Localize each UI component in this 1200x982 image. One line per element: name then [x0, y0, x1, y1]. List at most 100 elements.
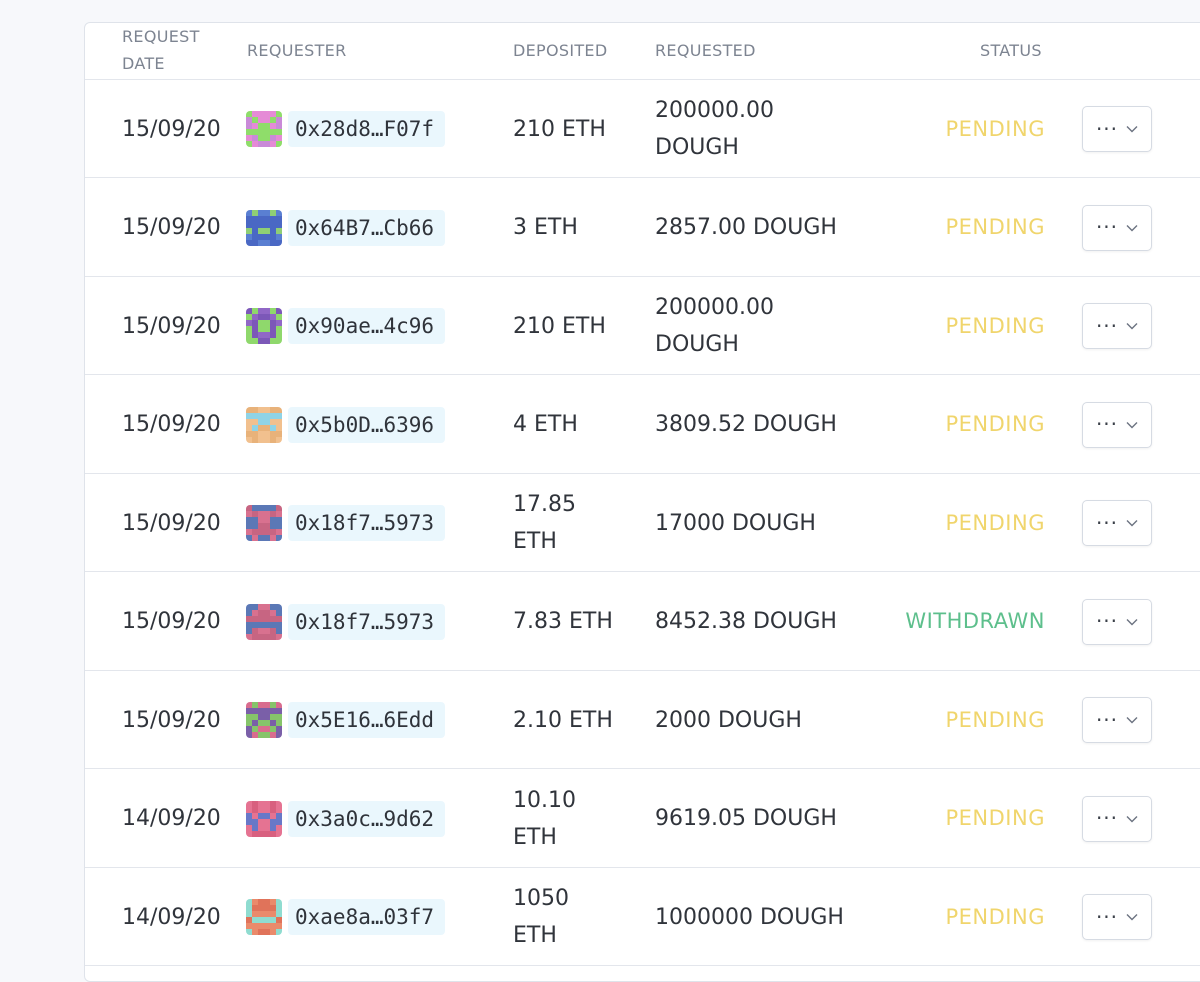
chevron-down-icon	[1126, 815, 1138, 822]
identicon-avatar	[246, 899, 282, 935]
row-menu-button[interactable]: ···	[1082, 401, 1152, 448]
more-dots-icon: ···	[1095, 412, 1119, 436]
row-menu-button[interactable]: ···	[1082, 106, 1152, 152]
deposited-text: 7.83 ETH	[513, 609, 613, 634]
request-date-text: 15/09/20	[122, 707, 221, 733]
requested-text: 200000.00 DOUGH	[655, 98, 774, 160]
request-date: 15/09/20	[122, 474, 242, 572]
request-date: 15/09/20	[122, 376, 242, 474]
identicon-avatar	[246, 603, 282, 640]
requester-address[interactable]: 0x90ae…4c96	[288, 308, 446, 344]
deposited-text: 1050 ETH	[513, 886, 569, 948]
requester: 0x64B7…Cb66	[246, 179, 486, 277]
header-requested[interactable]: REQUESTED	[655, 37, 756, 64]
request-date-text: 15/09/20	[122, 510, 221, 536]
deposited-amount: 210 ETH	[513, 277, 633, 375]
requester: 0x18f7…5973	[246, 474, 486, 572]
requester-address[interactable]: 0x3a0c…9d62	[288, 800, 446, 837]
status-badge: PENDING	[825, 277, 1045, 375]
row-actions: ···	[1082, 671, 1154, 769]
header-status[interactable]: STATUS	[980, 37, 1042, 64]
requester-address[interactable]: 0x28d8…F07f	[288, 111, 446, 147]
deposited-text: 4 ETH	[513, 412, 578, 437]
chevron-down-icon	[1126, 421, 1138, 428]
requester-address[interactable]: 0x64B7…Cb66	[288, 209, 446, 246]
deposited-amount: 10.10 ETH	[513, 770, 633, 868]
row-menu-button[interactable]: ···	[1082, 598, 1152, 645]
row-actions: ···	[1082, 277, 1154, 375]
deposited-text: 17.85 ETH	[513, 492, 576, 554]
chevron-down-icon	[1126, 520, 1138, 527]
table-row: 15/09/20 0x18f7…5973 17.85 ETH 17000 DOU…	[85, 474, 1200, 572]
header-requester[interactable]: REQUESTER	[247, 37, 347, 64]
row-actions: ···	[1082, 868, 1154, 966]
request-date-text: 15/09/20	[122, 609, 221, 634]
request-date-text: 15/09/20	[122, 116, 221, 142]
row-menu-button[interactable]: ···	[1082, 795, 1152, 842]
request-date-text: 15/09/20	[122, 412, 221, 437]
more-dots-icon: ···	[1095, 904, 1119, 929]
deposited-amount: 2.10 ETH	[513, 671, 633, 769]
requester-address[interactable]: 0xae8a…03f7	[288, 899, 446, 935]
requester-address[interactable]: 0x5b0D…6396	[288, 406, 446, 443]
row-menu-button[interactable]: ···	[1082, 894, 1152, 940]
row-menu-button[interactable]: ···	[1082, 303, 1152, 349]
table-row: 14/09/20 0x3a0c…9d62 10.10 ETH 9619.05 D…	[85, 770, 1200, 868]
row-actions: ···	[1082, 573, 1154, 671]
row-menu-button[interactable]: ···	[1082, 697, 1152, 743]
more-dots-icon: ···	[1095, 313, 1119, 338]
deposited-amount: 17.85 ETH	[513, 474, 633, 572]
table-row: 15/09/20 0x5b0D…6396 4 ETH 3809.52 DOUGH…	[85, 376, 1200, 474]
request-date-text: 15/09/20	[122, 215, 221, 240]
row-actions: ···	[1082, 179, 1154, 277]
requester: 0x5E16…6Edd	[246, 671, 486, 769]
request-date-text: 14/09/20	[122, 806, 221, 831]
deposited-text: 210 ETH	[513, 116, 606, 142]
header-request-date[interactable]: REQUEST DATE	[122, 23, 222, 77]
requested-text: 2857.00 DOUGH	[655, 215, 837, 240]
requested-text: 3809.52 DOUGH	[655, 412, 837, 437]
table-row: 15/09/20 0x90ae…4c96 210 ETH 200000.00 D…	[85, 277, 1200, 375]
status-badge: PENDING	[825, 376, 1045, 474]
requested-text: 200000.00 DOUGH	[655, 295, 774, 357]
requested-text: 9619.05 DOUGH	[655, 806, 837, 831]
chevron-down-icon	[1126, 224, 1138, 231]
requester-address[interactable]: 0x5E16…6Edd	[288, 702, 446, 738]
requests-table: REQUEST DATE REQUESTER DEPOSITED REQUEST…	[84, 22, 1200, 982]
identicon-avatar	[246, 406, 282, 443]
requester: 0x3a0c…9d62	[246, 770, 486, 868]
request-date: 15/09/20	[122, 179, 242, 277]
deposited-amount: 210 ETH	[513, 80, 633, 178]
requester: 0x5b0D…6396	[246, 376, 486, 474]
requester-address[interactable]: 0x18f7…5973	[288, 505, 446, 541]
deposited-text: 10.10 ETH	[513, 787, 576, 850]
table-row: 15/09/20 0x28d8…F07f 210 ETH 200000.00 D…	[85, 80, 1200, 178]
request-date: 15/09/20	[122, 277, 242, 375]
requested-text: 8452.38 DOUGH	[655, 609, 837, 634]
status-text: PENDING	[945, 313, 1045, 338]
identicon-avatar	[246, 505, 282, 541]
chevron-down-icon	[1126, 126, 1138, 133]
status-text: PENDING	[945, 707, 1045, 732]
status-badge: WITHDRAWN	[825, 573, 1045, 671]
requested-text: 17000 DOUGH	[655, 510, 816, 536]
table-row: 15/09/20 0x5E16…6Edd 2.10 ETH 2000 DOUGH…	[85, 671, 1200, 769]
row-menu-button[interactable]: ···	[1082, 500, 1152, 546]
requester: 0xae8a…03f7	[246, 868, 486, 966]
header-deposited[interactable]: DEPOSITED	[513, 37, 607, 64]
identicon-avatar	[246, 111, 282, 147]
more-dots-icon: ···	[1095, 806, 1119, 830]
request-date-text: 14/09/20	[122, 904, 221, 930]
status-text: PENDING	[945, 806, 1045, 830]
more-dots-icon: ···	[1095, 510, 1119, 535]
requested-text: 1000000 DOUGH	[655, 904, 844, 930]
row-menu-button[interactable]: ···	[1082, 204, 1152, 251]
status-badge: PENDING	[825, 868, 1045, 966]
table-row: 15/09/20 0x18f7…5973 7.83 ETH 8452.38 DO…	[85, 573, 1200, 671]
deposited-text: 3 ETH	[513, 215, 578, 240]
requester-address[interactable]: 0x18f7…5973	[288, 603, 446, 640]
table-row: 15/09/20 0x64B7…Cb66 3 ETH 2857.00 DOUGH…	[85, 179, 1200, 277]
status-badge: PENDING	[825, 80, 1045, 178]
request-date: 15/09/20	[122, 671, 242, 769]
request-date-text: 15/09/20	[122, 313, 221, 339]
